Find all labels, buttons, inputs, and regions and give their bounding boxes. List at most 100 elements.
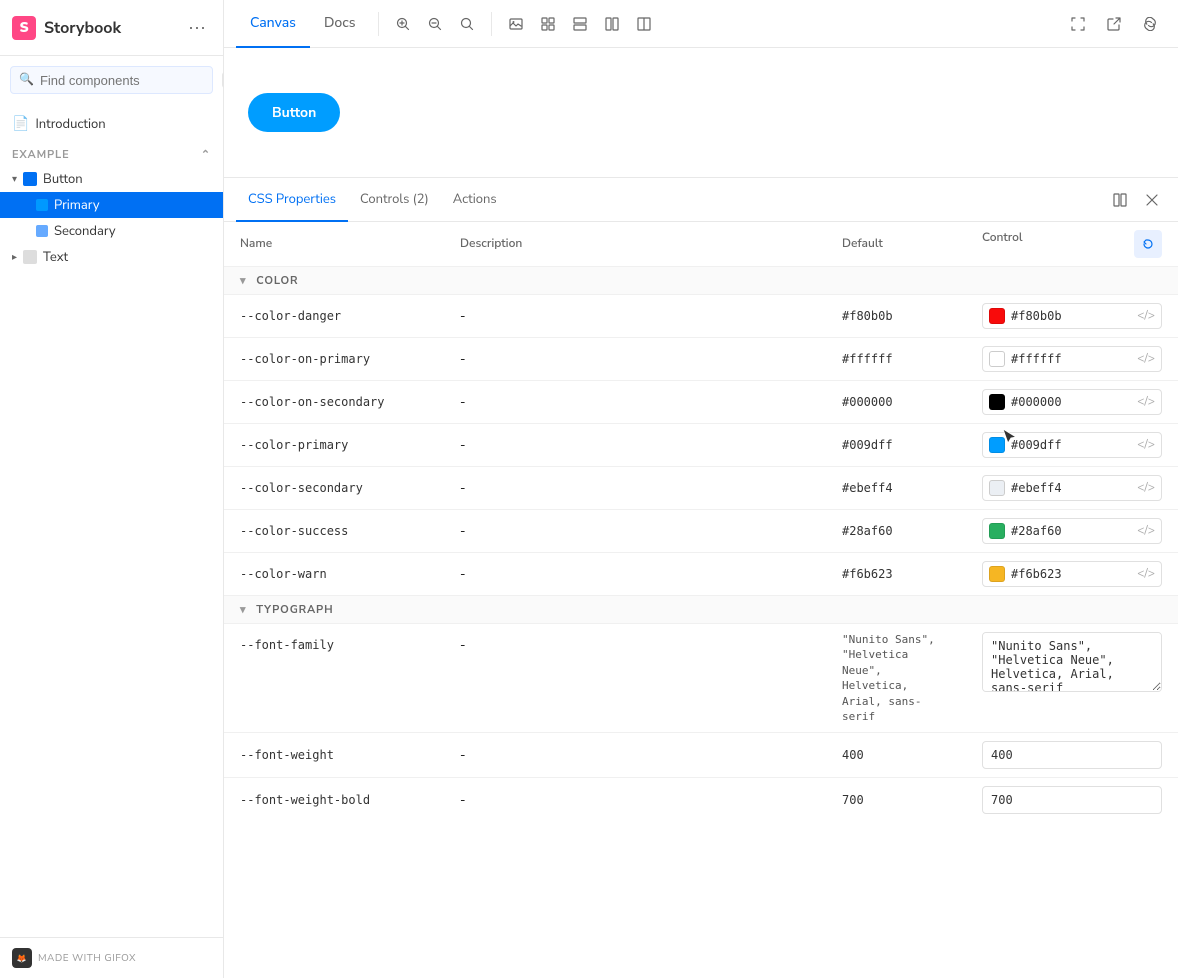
sidebar: S Storybook ··· 🔍 / 📄 Introduction EXAMP… bbox=[0, 0, 224, 978]
font-family-control[interactable]: "Nunito Sans", "Helvetica Neue", Helveti… bbox=[982, 632, 1162, 692]
main-content: Canvas Docs bbox=[224, 0, 1178, 978]
color-control-on-secondary[interactable]: #000000 </> bbox=[982, 389, 1162, 415]
grid-icon bbox=[541, 17, 555, 31]
split-view-button[interactable] bbox=[1106, 186, 1134, 214]
section-label: EXAMPLE ⌃ bbox=[12, 147, 211, 162]
layout2-button[interactable] bbox=[596, 8, 628, 40]
tab-canvas[interactable]: Canvas bbox=[236, 0, 310, 48]
col-name: Name bbox=[224, 222, 444, 267]
sidebar-item-secondary[interactable]: Secondary bbox=[0, 218, 223, 244]
caret-right-icon: ▸ bbox=[12, 250, 17, 264]
tab-actions[interactable]: Actions bbox=[441, 178, 509, 222]
nav-section-example: EXAMPLE ⌃ bbox=[0, 139, 223, 164]
table-row: --color-success - #28af60 #28af60 </> bbox=[224, 510, 1178, 553]
close-panel-button[interactable] bbox=[1138, 186, 1166, 214]
sidebar-item-introduction[interactable]: 📄 Introduction bbox=[0, 108, 223, 139]
copy-link-button[interactable] bbox=[1134, 8, 1166, 40]
color-control-warn[interactable]: #f6b623 </> bbox=[982, 561, 1162, 587]
grid-view-button[interactable] bbox=[532, 8, 564, 40]
code-toggle-icon[interactable]: </> bbox=[1137, 480, 1155, 496]
sidebar-menu-button[interactable]: ··· bbox=[183, 14, 211, 42]
zoom-reset-button[interactable] bbox=[451, 8, 483, 40]
zoom-in-icon bbox=[396, 17, 410, 31]
tab-css-properties[interactable]: CSS Properties bbox=[236, 178, 348, 222]
preview-button[interactable]: Button bbox=[248, 93, 340, 132]
reset-all-button[interactable] bbox=[1134, 230, 1162, 258]
text-label: Text bbox=[43, 248, 68, 266]
mouse-cursor-icon bbox=[1002, 428, 1018, 448]
font-weight-bold-control[interactable] bbox=[982, 786, 1162, 814]
props-panel: CSS Properties Controls (2) Actions bbox=[224, 178, 1178, 978]
nav-group-button: ▾ Button Primary Secondary bbox=[0, 166, 223, 244]
code-toggle-icon[interactable]: </> bbox=[1137, 351, 1155, 367]
color-swatch[interactable] bbox=[989, 351, 1005, 367]
col-control: Control bbox=[966, 222, 1178, 267]
col-description: Description bbox=[444, 222, 826, 267]
zoom-in-button[interactable] bbox=[387, 8, 419, 40]
tab-docs[interactable]: Docs bbox=[310, 0, 370, 48]
section-caret-color: ▾ bbox=[240, 273, 246, 288]
sidebar-title: Storybook bbox=[44, 17, 175, 39]
table-row: --color-secondary - #ebeff4 #ebeff4 </> bbox=[224, 467, 1178, 510]
color-control-on-primary[interactable]: #ffffff </> bbox=[982, 346, 1162, 372]
color-swatch[interactable] bbox=[989, 480, 1005, 496]
layout3-button[interactable] bbox=[628, 8, 660, 40]
fullscreen-button[interactable] bbox=[1062, 8, 1094, 40]
story-icon-secondary bbox=[36, 225, 48, 237]
toolbar-separator-2 bbox=[491, 12, 492, 36]
col-default: Default bbox=[826, 222, 966, 267]
group-label: Button bbox=[43, 170, 83, 188]
collapse-icon[interactable]: ⌃ bbox=[201, 147, 211, 162]
table-row: --color-warn - #f6b623 #f6b623 </> bbox=[224, 553, 1178, 596]
color-control-secondary[interactable]: #ebeff4 </> bbox=[982, 475, 1162, 501]
color-swatch[interactable] bbox=[989, 308, 1005, 324]
table-row: --color-danger - #f80b0b #f80b0b </> bbox=[224, 295, 1178, 338]
props-tabs: CSS Properties Controls (2) Actions bbox=[224, 178, 1178, 222]
layout1-icon bbox=[573, 17, 587, 31]
toolbar-separator-1 bbox=[378, 12, 379, 36]
gifox-icon: 🦊 bbox=[12, 948, 32, 968]
layout3-icon bbox=[637, 17, 651, 31]
nav-group-button-header[interactable]: ▾ Button bbox=[0, 166, 223, 192]
image-view-button[interactable] bbox=[500, 8, 532, 40]
component-icon bbox=[23, 172, 37, 186]
code-toggle-icon[interactable]: </> bbox=[1137, 308, 1155, 324]
color-swatch[interactable] bbox=[989, 523, 1005, 539]
layout1-button[interactable] bbox=[564, 8, 596, 40]
storybook-logo: S bbox=[12, 16, 36, 40]
fullscreen-icon bbox=[1071, 17, 1085, 31]
props-table-body: ▾ COLOR --color-danger - #f80b0b #f80b0b… bbox=[224, 267, 1178, 823]
color-control-danger[interactable]: #f80b0b </> bbox=[982, 303, 1162, 329]
gifox-badge: 🦊 MADE WITH GIFOX bbox=[12, 948, 211, 968]
layout2-icon bbox=[605, 17, 619, 31]
zoom-reset-icon bbox=[460, 17, 474, 31]
props-table: Name Description Default Control bbox=[224, 222, 1178, 822]
split-view-icon bbox=[1113, 193, 1127, 207]
open-external-icon bbox=[1107, 17, 1121, 31]
zoom-out-button[interactable] bbox=[419, 8, 451, 40]
search-input[interactable] bbox=[40, 73, 216, 88]
ellipsis-icon: ··· bbox=[188, 17, 206, 38]
code-toggle-icon[interactable]: </> bbox=[1137, 437, 1155, 453]
book-icon: 📄 bbox=[12, 114, 29, 133]
section-typography: ▾ TYPOGRAPH bbox=[224, 596, 1178, 624]
sidebar-footer: 🦊 MADE WITH GIFOX bbox=[0, 937, 223, 978]
color-swatch[interactable] bbox=[989, 566, 1005, 582]
code-toggle-icon[interactable]: </> bbox=[1137, 394, 1155, 410]
font-weight-control[interactable] bbox=[982, 741, 1162, 769]
search-bar[interactable]: 🔍 / bbox=[10, 66, 213, 94]
section-caret-typography: ▾ bbox=[240, 602, 246, 617]
code-toggle-icon[interactable]: </> bbox=[1137, 566, 1155, 582]
table-row: --color-on-secondary - #000000 #000000 <… bbox=[224, 381, 1178, 424]
tab-controls[interactable]: Controls (2) bbox=[348, 178, 441, 222]
table-row: --font-weight - 400 bbox=[224, 733, 1178, 778]
sidebar-item-text[interactable]: ▸ Text bbox=[0, 244, 223, 270]
nav-item-label-secondary: Secondary bbox=[54, 222, 116, 240]
table-row: --color-primary - #009dff #009dff </> bbox=[224, 424, 1178, 467]
close-icon bbox=[1146, 194, 1158, 206]
sidebar-item-primary[interactable]: Primary bbox=[0, 192, 223, 218]
open-external-button[interactable] bbox=[1098, 8, 1130, 40]
code-toggle-icon[interactable]: </> bbox=[1137, 523, 1155, 539]
color-swatch[interactable] bbox=[989, 394, 1005, 410]
color-control-success[interactable]: #28af60 </> bbox=[982, 518, 1162, 544]
